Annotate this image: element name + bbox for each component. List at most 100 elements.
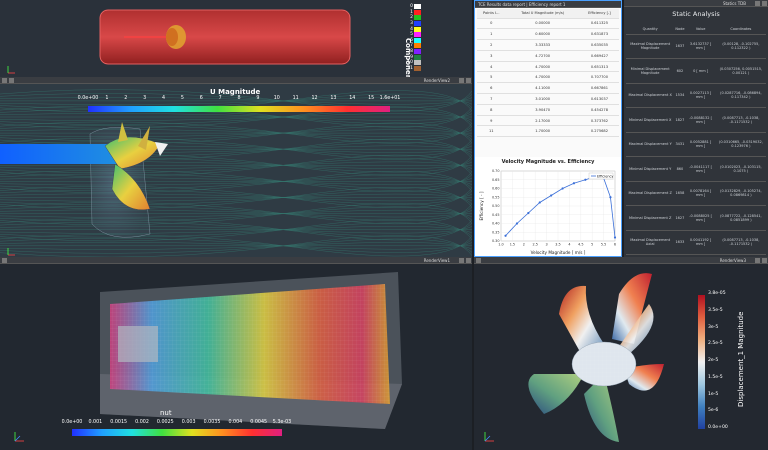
viewport-displacement[interactable]: RenderView3 3.8e-05 3.5e-5 3e-5 2.5e-5 2e-5 1… bbox=[474, 257, 768, 450]
split-icon[interactable] bbox=[9, 78, 14, 83]
table-cell: 3 bbox=[477, 50, 506, 62]
column-header[interactable]: Points I... bbox=[477, 9, 506, 19]
table-row: Maximal Displacement Z 1658 0.0078164 [ mm… bbox=[626, 181, 766, 206]
table-row[interactable]: 4 4.70000 0.651313 bbox=[477, 61, 619, 73]
table-row[interactable]: 5 4.70000 0.707700 bbox=[477, 71, 619, 84]
viewport-title: RenderView3 bbox=[719, 258, 746, 263]
table-row[interactable]: 8 3.90470 0.454278 bbox=[477, 104, 619, 116]
table-row: Minimal Displacement Magnitude 602 0 [ mm … bbox=[626, 58, 766, 84]
table-cell: (0.0307256, 0.0051515, 0.00121 ) bbox=[715, 58, 766, 84]
colorbar-tick-label: 0.001 bbox=[88, 420, 103, 425]
viewport-nut[interactable]: RenderView1 nut 0.0e+00 0.001 0.0015 0.002 0… bbox=[0, 257, 472, 450]
legend-swatch bbox=[414, 9, 421, 15]
colorbar-tick-label: 5.3e-03 bbox=[272, 420, 292, 425]
data-point bbox=[504, 234, 507, 237]
column-header[interactable]: Efficiency [-] bbox=[579, 9, 619, 19]
blade-4 bbox=[528, 374, 584, 414]
x-tick-label: 2 bbox=[523, 243, 525, 247]
table-cell: Maximal Displacement X bbox=[626, 83, 675, 108]
colorbar-tick-label: 6 bbox=[199, 96, 203, 101]
table-row[interactable]: 6 4.11000 0.667861 bbox=[477, 82, 619, 95]
table-row[interactable]: 11 1.70000 0.275682 bbox=[477, 125, 619, 138]
table-row: Maximal Displacement Magnitude 1637 3.6132… bbox=[626, 34, 766, 59]
table-cell: (0.0087713, -0.1038, -0.1171532 ) bbox=[715, 230, 766, 255]
table-cell: 1.70000 bbox=[505, 125, 580, 138]
colorbar-tick-label: 0.0e+00 bbox=[708, 425, 728, 430]
legend-swatch bbox=[414, 43, 421, 49]
table-cell: 3.33333 bbox=[505, 39, 580, 51]
colorbar-tick-label: 0.002 bbox=[135, 420, 149, 425]
table-cell: 0.00000 bbox=[505, 18, 580, 30]
legend-swatch bbox=[414, 15, 421, 21]
x-tick-label: 6 bbox=[614, 243, 616, 247]
table-row[interactable]: 3 4.72700 0.669427 bbox=[477, 50, 619, 62]
colorbar-tick-label: 11 bbox=[292, 96, 299, 101]
camera-icon[interactable] bbox=[2, 258, 7, 263]
table-cell: 4.11000 bbox=[505, 82, 580, 95]
table-cell: 0.707700 bbox=[579, 71, 619, 84]
close-icon[interactable] bbox=[466, 258, 471, 263]
viewport-toolbar: RenderView2 bbox=[0, 77, 472, 84]
table-row: Maximal Displacement X 1534 0.0027113 [ mm… bbox=[626, 83, 766, 108]
spreadsheet-view[interactable]: TCE Results data report | Efficiency rep… bbox=[474, 0, 622, 257]
close-icon[interactable] bbox=[762, 258, 767, 263]
colorbar-tick-label: 3.8e-05 bbox=[708, 291, 726, 296]
viewport-component-colors[interactable]: 0 1 2 3 4 5 6 7 8 9 10 11 ComponentColors bbox=[0, 0, 472, 77]
table-cell: (0.0310665, -0.0319032, 0.123976 ) bbox=[715, 132, 766, 157]
static-toolbar: Statics TDB bbox=[624, 0, 768, 7]
colorbar-ticks: 0.0e+00 1 2 3 4 5 6 7 8 9 10 11 12 13 14 15 1.6e+01 bbox=[78, 96, 401, 104]
table-cell: 7 bbox=[477, 93, 506, 105]
viewport-toolbar: RenderView3 bbox=[474, 257, 768, 264]
data-point bbox=[613, 236, 617, 239]
legend-swatch bbox=[414, 32, 421, 38]
table-row[interactable]: 2 3.33333 0.635035 bbox=[477, 39, 619, 51]
colorbar-title: Displacement_1 Magnitude bbox=[737, 311, 745, 407]
legend-swatch bbox=[414, 26, 421, 32]
table-cell: 0.651313 bbox=[579, 61, 619, 73]
colorbar-tick-label: 15 bbox=[368, 96, 375, 101]
legend-swatch bbox=[414, 37, 421, 43]
colorbar-tick-label: 8 bbox=[237, 96, 241, 101]
table-cell: Minimal Displacement Magnitude bbox=[626, 58, 675, 84]
legend-swatch bbox=[414, 49, 421, 55]
static-analysis-panel[interactable]: Statics TDB Static Analysis Quantity Node… bbox=[624, 0, 768, 257]
static-title: Static Analysis bbox=[672, 10, 720, 18]
legend-swatch bbox=[414, 21, 421, 27]
column-header: Value bbox=[685, 24, 716, 35]
colorbar-tick-label: 0.0025 bbox=[156, 420, 174, 425]
inlet-jet bbox=[0, 144, 120, 164]
column-header[interactable]: Total U Magnitude (m/s) bbox=[505, 9, 580, 19]
table-cell: 3.01000 bbox=[505, 93, 580, 105]
y-tick-label: 0.70 bbox=[492, 169, 500, 173]
table-cell: 0.631873 bbox=[579, 28, 619, 41]
table-row[interactable]: 7 3.01000 0.613037 bbox=[477, 93, 619, 105]
maximize-icon[interactable] bbox=[459, 78, 464, 83]
camera-icon[interactable] bbox=[476, 258, 481, 263]
table-row[interactable]: 9 2.17000 0.373762 bbox=[477, 115, 619, 127]
table-cell: 0 bbox=[477, 18, 506, 30]
legend-label: 0 bbox=[410, 4, 413, 10]
spreadsheet-title: TCE Results data report | Efficiency rep… bbox=[478, 2, 566, 7]
data-point bbox=[609, 196, 612, 199]
close-icon[interactable] bbox=[762, 1, 767, 6]
table-row[interactable]: 1 0.60000 0.631873 bbox=[477, 28, 619, 41]
maximize-icon[interactable] bbox=[459, 258, 464, 263]
table-cell: 0.611325 bbox=[579, 18, 619, 30]
colorbar-tick-label: 12 bbox=[311, 96, 318, 101]
table-cell: 4.72700 bbox=[505, 50, 580, 62]
colorbar-tick-label: 14 bbox=[349, 96, 356, 101]
colorbar-tick-label: 0.0045 bbox=[250, 420, 268, 425]
close-icon[interactable] bbox=[466, 78, 471, 83]
viewport-u-magnitude[interactable]: RenderView2 U Magnitude 0.0e+00 1 2 3 4 5 6 7 8 9… bbox=[0, 77, 472, 257]
table-cell: 1658 bbox=[674, 181, 686, 206]
maximize-icon[interactable] bbox=[755, 258, 760, 263]
legend-item: 4 bbox=[406, 26, 422, 32]
colorbar-tick-label: 0.0e+00 bbox=[61, 420, 83, 425]
axes-triad-icon bbox=[6, 60, 16, 74]
colorbar-tick-label: 1.5e-5 bbox=[708, 374, 723, 380]
legend-swatch bbox=[414, 54, 421, 60]
maximize-icon[interactable] bbox=[755, 1, 760, 6]
table-row[interactable]: 0 0.00000 0.611325 bbox=[477, 18, 619, 30]
camera-icon[interactable] bbox=[2, 78, 7, 83]
table-cell: 1633 bbox=[674, 230, 686, 255]
